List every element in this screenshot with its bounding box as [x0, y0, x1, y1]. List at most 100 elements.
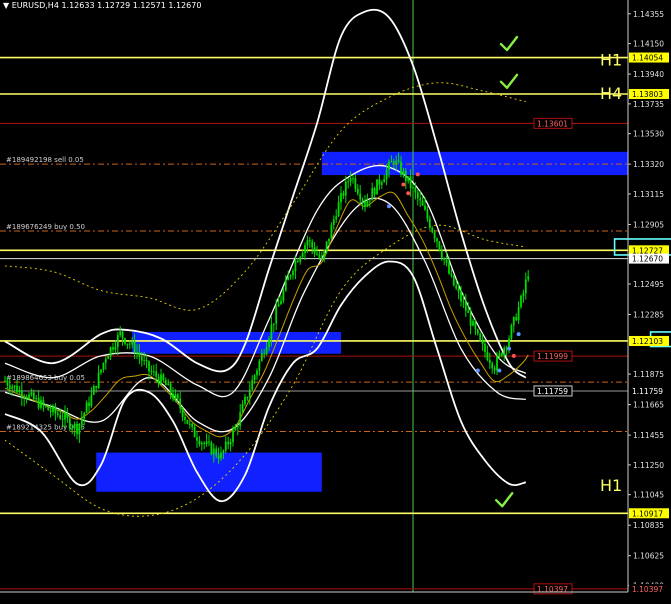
y-tick-label-16: 1.10625: [633, 552, 664, 561]
order-label-2: #189864653 buy 0.05: [6, 374, 85, 382]
candle-body: [215, 448, 218, 456]
candle-body: [414, 187, 417, 193]
candle-body: [517, 307, 520, 321]
zone-0: [321, 151, 628, 176]
candle-body: [292, 271, 294, 276]
candle-body: [484, 343, 486, 352]
y-tick-label-6: 1.13115: [633, 190, 664, 199]
candle-body: [335, 216, 338, 220]
candle-body: [203, 442, 206, 444]
candle-body: [232, 430, 234, 443]
candle-body: [30, 392, 33, 395]
candle-body: [508, 338, 510, 348]
candle-body: [373, 188, 376, 195]
trade-marker: [387, 204, 391, 209]
candle-body: [395, 160, 398, 165]
y-tick-label-14: 1.11045: [633, 491, 664, 500]
candle-body: [73, 423, 76, 429]
candle-body: [448, 262, 450, 274]
chart-stage[interactable]: #189492198 sell 0.05 #189676249 buy 0.50 #…: [0, 0, 671, 600]
candle-body: [136, 352, 138, 354]
candle-body: [246, 396, 249, 398]
axis-tag-7: 1.11759: [632, 387, 663, 396]
inplot-tag-7: 1.11759: [537, 387, 568, 396]
candle-body: [100, 369, 102, 373]
trade-marker: [516, 332, 521, 337]
candle-body: [496, 356, 498, 371]
candle-body: [23, 397, 26, 399]
candle-body: [308, 240, 311, 242]
candle-body: [344, 181, 347, 196]
candle-body: [457, 288, 460, 292]
candle-body: [119, 331, 122, 335]
candle-body: [260, 353, 263, 361]
candle-body: [476, 329, 479, 334]
candle-body: [97, 372, 100, 388]
axis-tag-8: 1.10917: [632, 509, 663, 518]
candle-body: [20, 390, 23, 398]
candle-body: [217, 455, 220, 459]
candle-body: [109, 347, 112, 357]
candle-body: [44, 405, 47, 407]
trade-marker: [507, 346, 511, 351]
zone-1: [132, 331, 341, 354]
candle-body: [426, 209, 429, 219]
candle-body: [316, 253, 318, 255]
candle-body: [66, 413, 69, 418]
candle-body: [383, 179, 386, 183]
trade-marker: [497, 368, 502, 373]
candle-body: [491, 363, 494, 369]
order-label-3: #189214325 buy 0.05: [6, 423, 85, 431]
y-tick-label-3: 1.13735: [633, 100, 664, 109]
candle-body: [25, 398, 28, 400]
candle-body: [188, 423, 191, 425]
candle-body: [304, 245, 306, 253]
candle-body: [436, 238, 438, 242]
candle-body: [400, 161, 402, 175]
candle-body: [52, 406, 54, 412]
candle-body: [356, 188, 359, 194]
candle-body: [258, 360, 261, 371]
candle-body: [32, 392, 35, 399]
trade-marker: [401, 182, 406, 187]
candle-body: [222, 450, 225, 453]
candle-body: [527, 276, 530, 280]
order-label-1: #189676249 buy 0.50: [6, 223, 85, 231]
candle-body: [416, 192, 419, 199]
candle-body: [280, 300, 282, 305]
candle-body: [251, 380, 254, 390]
candle-body: [376, 179, 378, 195]
candle-body: [227, 441, 230, 445]
candle-body: [328, 238, 330, 242]
candle-body: [126, 343, 129, 345]
candle-body: [296, 261, 299, 263]
trade-marker: [415, 172, 420, 177]
candle-body: [481, 340, 484, 344]
candle-body: [90, 394, 93, 406]
candle-body: [92, 385, 95, 395]
candle-body: [347, 181, 350, 183]
candle-body: [486, 351, 489, 360]
candle-body: [140, 356, 143, 361]
candle-body: [445, 259, 448, 263]
y-tick-label-9: 1.12285: [633, 311, 664, 320]
candle-body: [325, 241, 328, 251]
candle-body: [253, 375, 256, 381]
candle-body: [256, 370, 258, 376]
candle-body: [419, 198, 422, 201]
candle-body: [503, 347, 506, 356]
candle-body: [167, 383, 170, 386]
candle-body: [337, 202, 340, 217]
inplot-tag-2: 1.13601: [537, 119, 568, 128]
candle-body: [76, 423, 78, 435]
candle-body: [371, 188, 374, 201]
candle-body: [263, 353, 266, 355]
candle-body: [40, 400, 42, 408]
candle-body: [244, 396, 246, 405]
candle-body: [128, 343, 131, 345]
candle-body: [208, 441, 210, 443]
candle-body: [224, 441, 227, 451]
candle-body: [198, 440, 201, 445]
candle-body: [133, 341, 136, 354]
price-chart[interactable]: #189492198 sell 0.05 #189676249 buy 0.50 #…: [0, 0, 671, 600]
